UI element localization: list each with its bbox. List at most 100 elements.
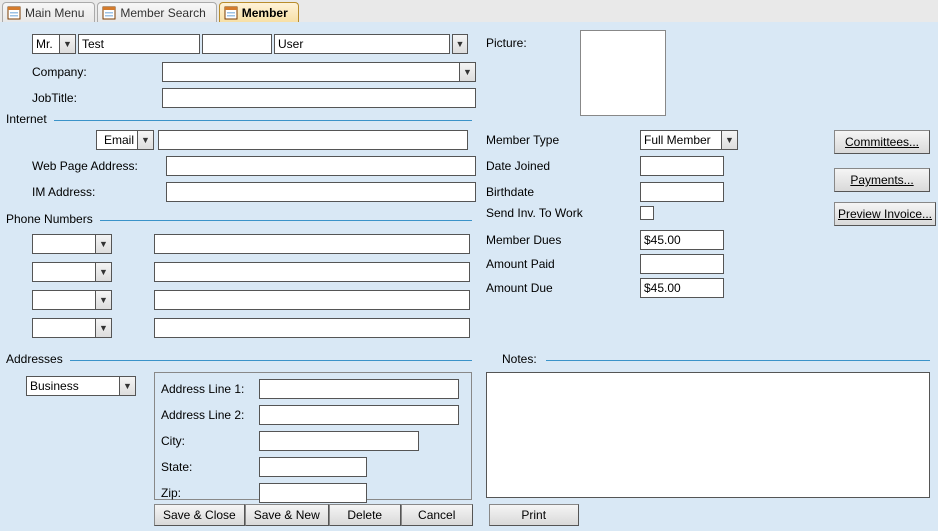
webpage-field[interactable]	[166, 156, 476, 176]
phone-type-1[interactable]	[32, 234, 96, 254]
addr-line2-field[interactable]	[259, 405, 459, 425]
dropdown-button[interactable]: ▼	[96, 262, 112, 282]
address-type-combo[interactable]: ▼	[26, 376, 136, 396]
phone-4[interactable]	[154, 318, 470, 338]
company-field[interactable]	[162, 62, 460, 82]
phone-type-combo-2[interactable]: ▼	[32, 262, 112, 282]
webpage-label: Web Page Address:	[32, 159, 160, 173]
first-name-field[interactable]	[78, 34, 200, 54]
print-button[interactable]: Print	[489, 504, 579, 526]
tab-label: Member Search	[120, 6, 205, 20]
jobtitle-field[interactable]	[162, 88, 476, 108]
middle-name-field[interactable]	[202, 34, 272, 54]
prefix-field[interactable]	[32, 34, 60, 54]
last-name-field[interactable]	[274, 34, 450, 54]
company-combo[interactable]: ▼	[162, 62, 476, 82]
dropdown-button[interactable]: ▼	[460, 62, 476, 82]
addresses-section-label: Addresses	[6, 352, 63, 366]
chevron-down-icon: ▼	[141, 136, 150, 145]
dropdown-button[interactable]: ▼	[60, 34, 76, 54]
company-label: Company:	[32, 65, 156, 79]
phone-type-combo-3[interactable]: ▼	[32, 290, 112, 310]
form-icon	[102, 6, 116, 20]
dropdown-button[interactable]: ▼	[96, 318, 112, 338]
chevron-down-icon: ▼	[463, 68, 472, 77]
email-type-combo[interactable]: ▼	[96, 130, 154, 150]
tab-member[interactable]: Member	[219, 2, 299, 22]
chevron-down-icon: ▼	[99, 240, 108, 249]
date-joined-label: Date Joined	[486, 159, 634, 173]
address-type-field[interactable]	[26, 376, 120, 396]
chevron-down-icon: ▼	[456, 40, 465, 49]
chevron-down-icon: ▼	[99, 268, 108, 277]
member-dues-field[interactable]	[640, 230, 724, 250]
email-field[interactable]	[158, 130, 468, 150]
chevron-down-icon: ▼	[99, 324, 108, 333]
member-dues-label: Member Dues	[486, 233, 634, 247]
save-close-button[interactable]: Save & Close	[154, 504, 245, 526]
dropdown-button[interactable]: ▼	[138, 130, 154, 150]
dropdown-button[interactable]: ▼	[722, 130, 738, 150]
tab-label: Member	[242, 6, 288, 20]
dropdown-button[interactable]: ▼	[96, 234, 112, 254]
preview-invoice-button[interactable]: Preview Invoice...	[834, 202, 936, 226]
date-joined-field[interactable]	[640, 156, 724, 176]
phone-type-combo-4[interactable]: ▼	[32, 318, 112, 338]
birthdate-label: Birthdate	[486, 185, 634, 199]
payments-button[interactable]: Payments...	[834, 168, 930, 192]
zip-field[interactable]	[259, 483, 367, 503]
dropdown-button[interactable]: ▼	[120, 376, 136, 396]
cancel-button[interactable]: Cancel	[401, 504, 473, 526]
save-new-button[interactable]: Save & New	[245, 504, 329, 526]
phone-type-combo-1[interactable]: ▼	[32, 234, 112, 254]
member-type-field[interactable]	[640, 130, 722, 150]
addr-line1-field[interactable]	[259, 379, 459, 399]
picture-label: Picture:	[486, 36, 527, 50]
addr-line2-label: Address Line 2:	[161, 408, 259, 422]
chevron-down-icon: ▼	[63, 40, 72, 49]
birthdate-field[interactable]	[640, 182, 724, 202]
committees-button[interactable]: Committees...	[834, 130, 930, 154]
form-icon	[224, 6, 238, 20]
im-field[interactable]	[166, 182, 476, 202]
email-type-field[interactable]	[96, 130, 138, 150]
phone-3[interactable]	[154, 290, 470, 310]
state-label: State:	[161, 460, 259, 474]
send-inv-label: Send Inv. To Work	[486, 206, 634, 220]
address-box: Address Line 1: Address Line 2: City: St…	[154, 372, 472, 500]
tab-member-search[interactable]: Member Search	[97, 2, 216, 22]
city-field[interactable]	[259, 431, 419, 451]
member-type-combo[interactable]: ▼	[640, 130, 738, 150]
phone-2[interactable]	[154, 262, 470, 282]
prefix-combo[interactable]: ▼	[32, 34, 76, 54]
tab-main-menu[interactable]: Main Menu	[2, 2, 95, 22]
tab-label: Main Menu	[25, 6, 84, 20]
dropdown-button[interactable]: ▼	[96, 290, 112, 310]
form-icon	[7, 6, 21, 20]
chevron-down-icon: ▼	[725, 136, 734, 145]
suffix-dropdown[interactable]: ▼	[452, 34, 468, 54]
phone-type-2[interactable]	[32, 262, 96, 282]
send-inv-checkbox[interactable]	[640, 206, 654, 220]
zip-label: Zip:	[161, 486, 259, 500]
state-field[interactable]	[259, 457, 367, 477]
phone-type-3[interactable]	[32, 290, 96, 310]
phone-1[interactable]	[154, 234, 470, 254]
bottom-button-bar: Save & Close Save & New Delete Cancel Pr…	[154, 504, 579, 526]
internet-section-label: Internet	[6, 112, 47, 126]
notes-field[interactable]	[486, 372, 930, 498]
tabstrip: Main Menu Member Search Member	[0, 0, 938, 22]
notes-label: Notes:	[502, 352, 537, 366]
chevron-down-icon: ▼	[123, 382, 132, 391]
phone-type-4[interactable]	[32, 318, 96, 338]
addr-line1-label: Address Line 1:	[161, 382, 259, 396]
amount-paid-field[interactable]	[640, 254, 724, 274]
phone-section-label: Phone Numbers	[6, 212, 93, 226]
amount-due-field[interactable]	[640, 278, 724, 298]
jobtitle-label: JobTitle:	[32, 91, 156, 105]
chevron-down-icon: ▼	[99, 296, 108, 305]
im-label: IM Address:	[32, 185, 160, 199]
amount-due-label: Amount Due	[486, 281, 634, 295]
delete-button[interactable]: Delete	[329, 504, 401, 526]
picture-box[interactable]	[580, 30, 666, 116]
